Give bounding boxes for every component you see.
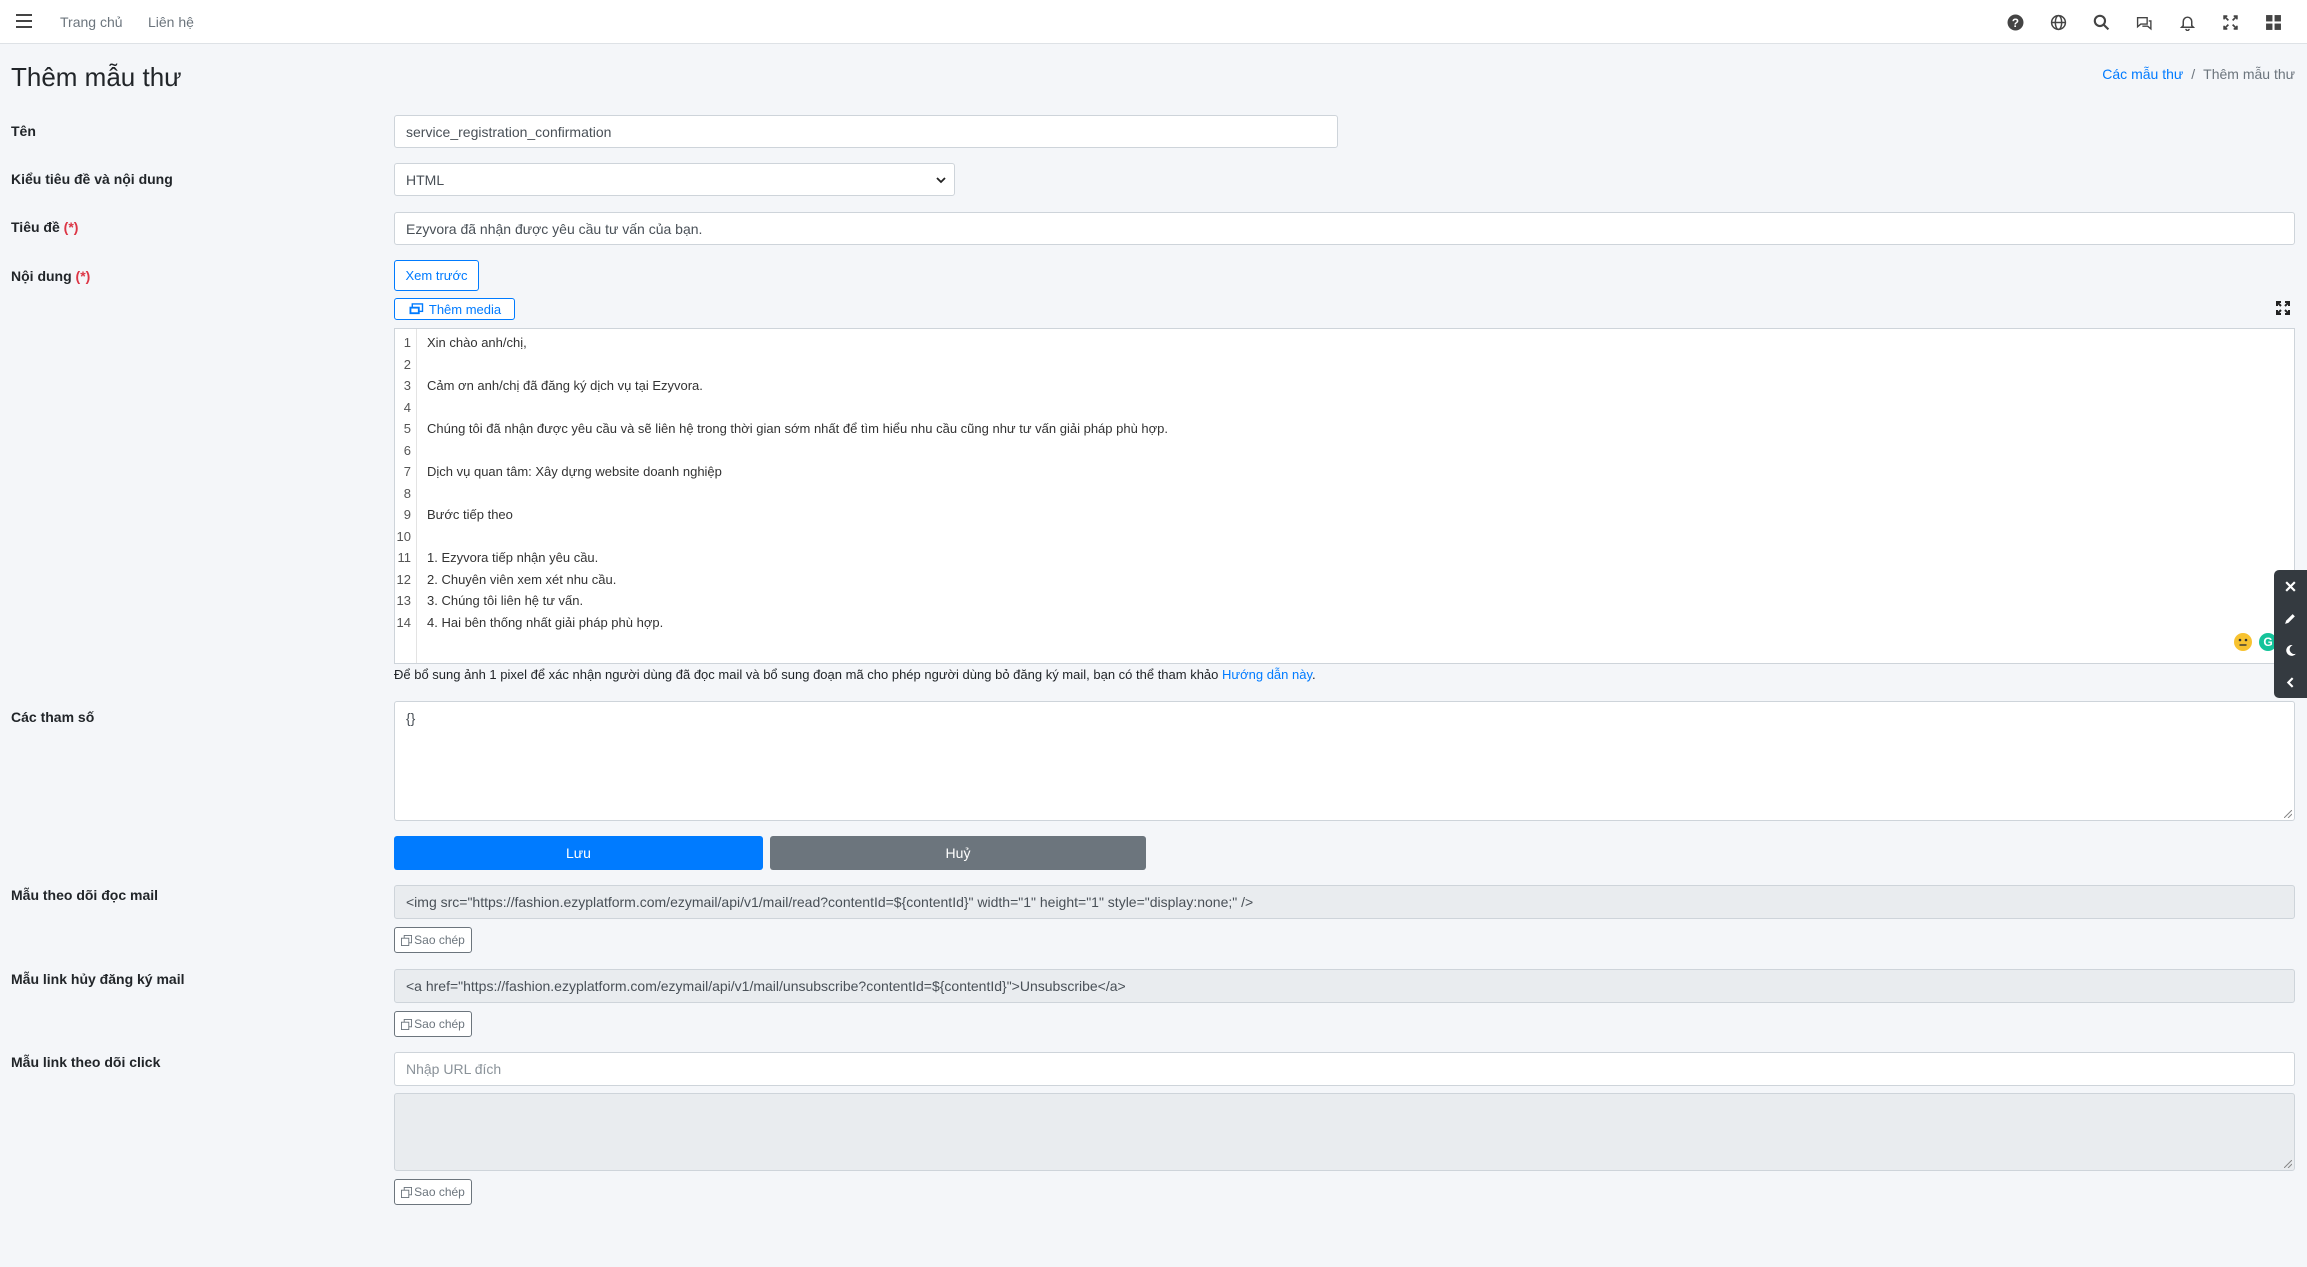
line-number: 1 <box>403 335 411 350</box>
save-button[interactable]: Lưu <box>394 836 763 870</box>
content-label-text: Nội dung <box>11 268 72 284</box>
breadcrumb-current: Thêm mẫu thư <box>2203 66 2295 82</box>
floating-side-toolbar <box>2274 570 2307 698</box>
editor-line: Bước tiếp theo <box>427 507 513 522</box>
apps-grid-icon[interactable] <box>2252 11 2295 33</box>
nav-home-link[interactable]: Trang chủ <box>60 14 123 30</box>
resize-grip-icon[interactable] <box>2284 810 2292 818</box>
click-tracking-url-input[interactable]: Nhập URL đích <box>394 1052 2295 1086</box>
name-label: Tên <box>11 123 36 139</box>
fullscreen-icon[interactable] <box>2209 11 2252 33</box>
line-number: 14 <box>396 614 411 630</box>
hint-guide-link[interactable]: Hướng dẫn này <box>1222 667 1312 682</box>
line-number: 12 <box>396 571 411 587</box>
breadcrumb-separator: / <box>2191 66 2196 82</box>
subject-label: Tiêu đề (*) <box>11 219 78 235</box>
content-type-selected: HTML <box>406 171 445 188</box>
subject-input[interactable]: Ezyvora đã nhận được yêu cầu tư vấn của … <box>394 212 2295 245</box>
content-type-label: Kiểu tiêu đề và nội dung <box>11 171 173 187</box>
nav-contact-link[interactable]: Liên hệ <box>148 14 194 30</box>
copy-read-tracking-button[interactable]: Sao chép <box>394 927 472 953</box>
unsubscribe-field[interactable]: <a href="https://fashion.ezyplatform.com… <box>394 969 2295 1003</box>
content-type-select[interactable]: HTML <box>394 163 955 196</box>
line-number: 2 <box>403 356 411 372</box>
breadcrumb: Các mẫu thư / Thêm mẫu thư <box>2102 66 2295 82</box>
editor-line: 2. Chuyên viên xem xét nhu cầu. <box>427 571 617 587</box>
chat-icon[interactable] <box>2123 11 2166 33</box>
click-tracking-output[interactable] <box>394 1093 2295 1171</box>
svg-text:?: ? <box>2012 16 2019 29</box>
add-media-button[interactable]: Thêm media <box>394 298 515 320</box>
line-number: 7 <box>403 464 411 479</box>
unsubscribe-value: <a href="https://fashion.ezyplatform.com… <box>406 978 1126 994</box>
menu-toggle-icon[interactable] <box>16 14 32 28</box>
copy-label: Sao chép <box>414 933 465 947</box>
params-value: {} <box>406 710 416 726</box>
params-label: Các tham số <box>11 709 95 725</box>
subject-input-value: Ezyvora đã nhận được yêu cầu tư vấn của … <box>406 220 703 237</box>
pencil-icon[interactable] <box>2274 602 2307 634</box>
close-icon[interactable] <box>2274 570 2307 602</box>
copy-icon <box>401 934 413 946</box>
click-tracking-placeholder: Nhập URL đích <box>406 1061 502 1077</box>
hint-end: . <box>1312 667 1316 682</box>
line-number: 9 <box>403 507 411 522</box>
help-icon[interactable]: ? <box>1994 11 2037 33</box>
breadcrumb-parent-link[interactable]: Các mẫu thư <box>2102 66 2183 82</box>
editor-line: Cảm ơn anh/chị đã đăng ký dịch vụ tại Ez… <box>427 378 703 393</box>
expand-editor-icon[interactable] <box>2276 301 2290 315</box>
chevron-left-icon[interactable] <box>2274 666 2307 698</box>
line-number: 13 <box>396 593 411 608</box>
resize-grip-icon[interactable] <box>2284 1160 2292 1168</box>
line-number: 4 <box>403 399 411 415</box>
read-tracking-label: Mẫu theo dõi đọc mail <box>11 887 159 903</box>
line-number: 11 <box>397 550 412 565</box>
page-title: Thêm mẫu thư <box>11 62 182 92</box>
editor-gutter: 1 2 3 4 5 6 7 8 9 10 11 12 13 14 <box>395 329 417 663</box>
line-number: 3 <box>403 378 411 393</box>
chevron-down-icon <box>936 177 946 184</box>
line-number: 5 <box>403 421 411 436</box>
code-editor[interactable]: 1 2 3 4 5 6 7 8 9 10 11 12 13 14 Xin chào anh/chị, Cảm… <box>394 328 2295 664</box>
editor-line: Chúng tôi đã nhận được yêu cầu và sẽ liê… <box>427 421 1169 436</box>
navbar-icon-group: ? <box>1994 11 2295 33</box>
tracking-hint-text: Để bổ sung ảnh 1 pixel để xác nhận người… <box>394 667 1316 682</box>
copy-label: Sao chép <box>414 1017 465 1031</box>
editor-line: Xin chào anh/chị, <box>427 335 527 350</box>
required-mark: (*) <box>75 268 91 284</box>
params-textarea[interactable]: {} <box>394 701 2295 821</box>
copy-unsubscribe-button[interactable]: Sao chép <box>394 1011 472 1037</box>
copy-click-tracking-button[interactable]: Sao chép <box>394 1179 472 1205</box>
line-number: 8 <box>403 485 411 501</box>
click-tracking-label: Mẫu link theo dõi click <box>11 1054 161 1070</box>
cancel-button[interactable]: Huỷ <box>770 836 1146 870</box>
name-input-value: service_registration_confirmation <box>406 123 612 140</box>
name-input[interactable]: service_registration_confirmation <box>394 115 1338 148</box>
editor-line: 4. Hai bên thống nhất giải pháp phù hợp. <box>427 614 664 630</box>
unsubscribe-label: Mẫu link hủy đăng ký mail <box>11 971 185 987</box>
media-gallery-icon <box>409 302 424 314</box>
globe-icon[interactable] <box>2037 11 2080 33</box>
required-mark: (*) <box>63 219 79 235</box>
hint-text: Để bổ sung ảnh 1 pixel để xác nhận người… <box>394 667 1223 682</box>
copy-icon <box>401 1186 413 1198</box>
copy-label: Sao chép <box>414 1185 465 1199</box>
read-tracking-field[interactable]: <img src="https://fashion.ezyplatform.co… <box>394 885 2295 919</box>
content-label: Nội dung (*) <box>11 268 90 284</box>
top-navbar: Trang chủ Liên hệ ? <box>0 0 2307 44</box>
bell-icon[interactable] <box>2166 11 2209 33</box>
editor-line: Dịch vụ quan tâm: Xây dựng website doanh… <box>427 464 722 479</box>
editor-line: 1. Ezyvora tiếp nhận yêu cầu. <box>427 550 599 565</box>
read-tracking-value: <img src="https://fashion.ezyplatform.co… <box>406 894 1254 910</box>
subject-label-text: Tiêu đề <box>11 219 60 235</box>
editor-line: 3. Chúng tôi liên hệ tư vấn. <box>427 593 584 608</box>
add-media-label: Thêm media <box>428 301 502 317</box>
copy-icon <box>401 1018 413 1030</box>
emoji-icon[interactable] <box>2234 633 2252 651</box>
line-number: 10 <box>396 528 411 544</box>
search-icon[interactable] <box>2080 11 2123 33</box>
moon-icon[interactable] <box>2274 634 2307 666</box>
preview-button[interactable]: Xem trước <box>394 260 479 291</box>
line-number: 6 <box>403 442 411 458</box>
